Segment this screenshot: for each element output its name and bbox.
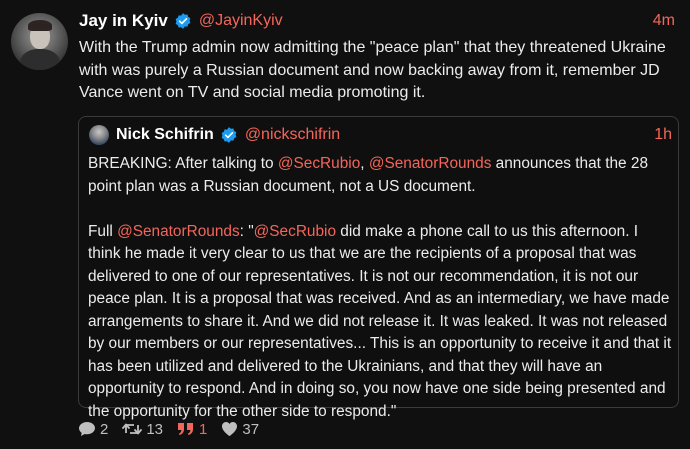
author-name[interactable]: Jay in Kyiv: [79, 11, 168, 31]
reply-count: 2: [100, 420, 109, 438]
verified-badge-icon: [220, 126, 238, 144]
quoted-paragraph-2: Full @SenatorRounds: "@SecRubio did make…: [88, 221, 673, 424]
like-button[interactable]: 37: [221, 421, 259, 438]
quoted-paragraph-1: BREAKING: After talking to @SecRubio, @S…: [88, 153, 673, 198]
quoted-timestamp[interactable]: 1h: [654, 126, 672, 144]
text-segment: ,: [360, 155, 369, 172]
post-header: Jay in Kyiv @JayinKyiv 4m: [79, 10, 679, 32]
quoted-author-handle[interactable]: @nickschifrin: [245, 126, 340, 144]
mention-link[interactable]: @SenatorRounds: [117, 223, 240, 240]
post-text: With the Trump admin now admitting the "…: [79, 39, 666, 101]
reply-button[interactable]: 2: [78, 421, 108, 438]
text-segment: : ": [239, 222, 254, 240]
heart-icon: [222, 422, 238, 436]
quote-button[interactable]: 1: [177, 421, 207, 438]
avatar[interactable]: [11, 13, 68, 70]
quote-marks-icon: [178, 423, 194, 435]
mention-link[interactable]: @SecRubio: [254, 223, 336, 240]
author-handle[interactable]: @JayinKyiv: [199, 12, 283, 30]
quoted-text: BREAKING: After talking to @SecRubio, @S…: [88, 153, 673, 446]
speech-bubble-icon: [79, 422, 95, 436]
repost-arrows-icon: [122, 423, 143, 435]
mention-link[interactable]: @SenatorRounds: [369, 155, 492, 172]
avatar-body-shape: [20, 49, 60, 70]
post-card: Jay in Kyiv @JayinKyiv 4m With the Trump…: [0, 0, 690, 449]
text-segment: BREAKING: After talking to: [88, 155, 278, 172]
repost-count: 13: [146, 420, 164, 438]
avatar-hair-shape: [28, 20, 52, 31]
quote-count: 1: [199, 420, 208, 438]
verified-badge-icon: [174, 12, 192, 30]
text-segment: did make a phone call to us this afterno…: [88, 222, 672, 420]
like-count: 37: [242, 420, 260, 438]
post-timestamp[interactable]: 4m: [653, 12, 675, 30]
repost-button[interactable]: 13: [122, 421, 163, 438]
text-segment: Full: [88, 222, 118, 240]
mention-link[interactable]: @SecRubio: [278, 155, 360, 172]
quoted-author-name[interactable]: Nick Schifrin: [116, 126, 214, 144]
quoted-header: Nick Schifrin @nickschifrin 1h: [116, 125, 672, 145]
quoted-post[interactable]: Nick Schifrin @nickschifrin 1h BREAKING:…: [78, 116, 679, 420]
post-stats-bar: 2 13 1 37: [78, 419, 273, 439]
quoted-avatar[interactable]: [89, 125, 109, 145]
